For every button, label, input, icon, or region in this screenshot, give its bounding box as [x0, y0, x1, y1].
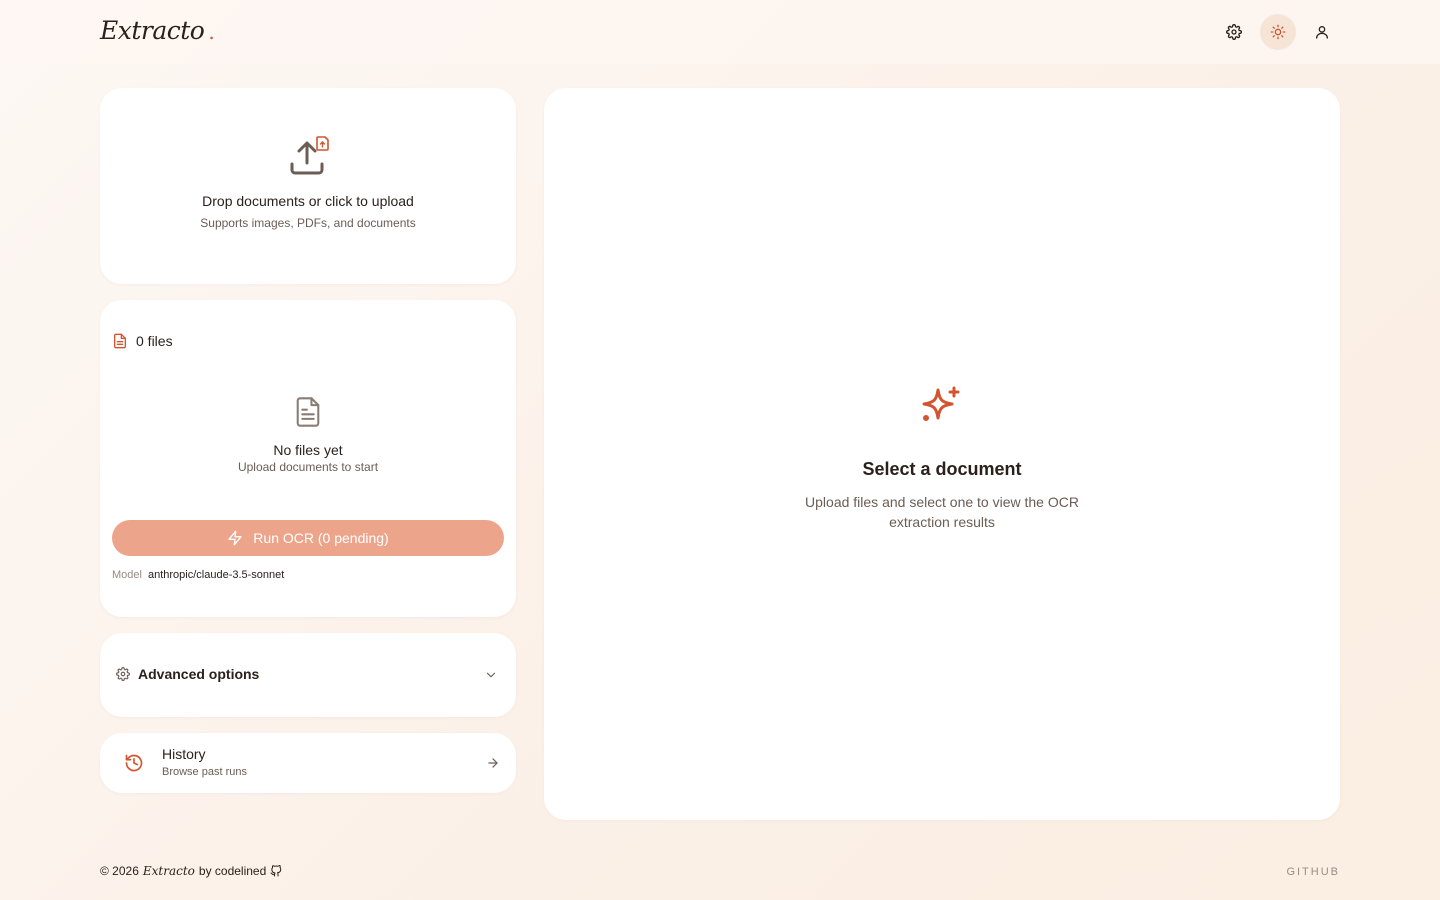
upload-title: Drop documents or click to upload: [202, 193, 414, 209]
model-row: Model anthropic/claude-3.5-sonnet: [112, 569, 284, 581]
header: Extracto.: [0, 0, 1440, 64]
footer-by: by codelined: [198, 864, 267, 878]
file-icon: [114, 333, 126, 349]
footer-copyright: © 2026: [100, 864, 139, 878]
history-title: History: [162, 746, 206, 762]
files-panel: 0 files No files yet Upload documents to…: [100, 300, 516, 617]
chevron-down-icon: [486, 672, 496, 678]
gear-icon: [1226, 24, 1242, 40]
theme-toggle-button[interactable]: [1260, 14, 1296, 50]
results-panel: Select a document Upload files and selec…: [544, 88, 1340, 820]
run-ocr-label: Run OCR (0 pending): [253, 530, 389, 546]
upload-subtitle: Supports images, PDFs, and documents: [200, 216, 416, 230]
logo-dot: .: [208, 20, 215, 44]
arrow-right-icon: [488, 758, 498, 768]
github-link[interactable]: GITHUB: [1286, 866, 1340, 878]
header-actions: [1216, 14, 1340, 50]
history-icon: [125, 754, 143, 772]
sparkles-icon: [922, 386, 960, 421]
run-ocr-button[interactable]: Run OCR (0 pending): [112, 520, 504, 556]
empty-subtitle: Upload documents to start: [237, 460, 379, 474]
model-label: Model: [112, 569, 142, 581]
gear-icon: [116, 667, 130, 681]
upload-dropzone[interactable]: Drop documents or click to upload Suppor…: [100, 88, 516, 284]
settings-button[interactable]: [1216, 14, 1252, 50]
upload-file-icon: [290, 136, 329, 175]
files-header: 0 files: [112, 333, 173, 349]
empty-title: No files yet: [273, 442, 343, 458]
files-count: 0 files: [136, 333, 173, 349]
document-icon: [296, 397, 320, 427]
account-button[interactable]: [1304, 14, 1340, 50]
advanced-options-toggle[interactable]: Advanced options: [100, 633, 516, 717]
lightning-icon: [228, 530, 242, 546]
history-subtitle: Browse past runs: [162, 766, 247, 778]
advanced-options-row: Advanced options: [116, 666, 259, 682]
user-icon: [1316, 26, 1328, 39]
advanced-options-label: Advanced options: [138, 666, 260, 682]
history-link[interactable]: History Browse past runs: [100, 733, 516, 793]
logo[interactable]: Extracto.: [100, 16, 215, 45]
sun-icon: [1270, 24, 1286, 40]
model-value: anthropic/claude-3.5-sonnet: [147, 569, 285, 581]
logo-text: Extracto: [100, 16, 205, 45]
github-icon[interactable]: [270, 865, 282, 877]
main-title: Select a document: [862, 459, 1022, 479]
footer-brand: Extracto: [142, 864, 195, 878]
main-subtitle: Upload files and select one to view the …: [805, 494, 1079, 530]
footer-credit: © 2026 Extracto by codelined: [100, 864, 282, 878]
